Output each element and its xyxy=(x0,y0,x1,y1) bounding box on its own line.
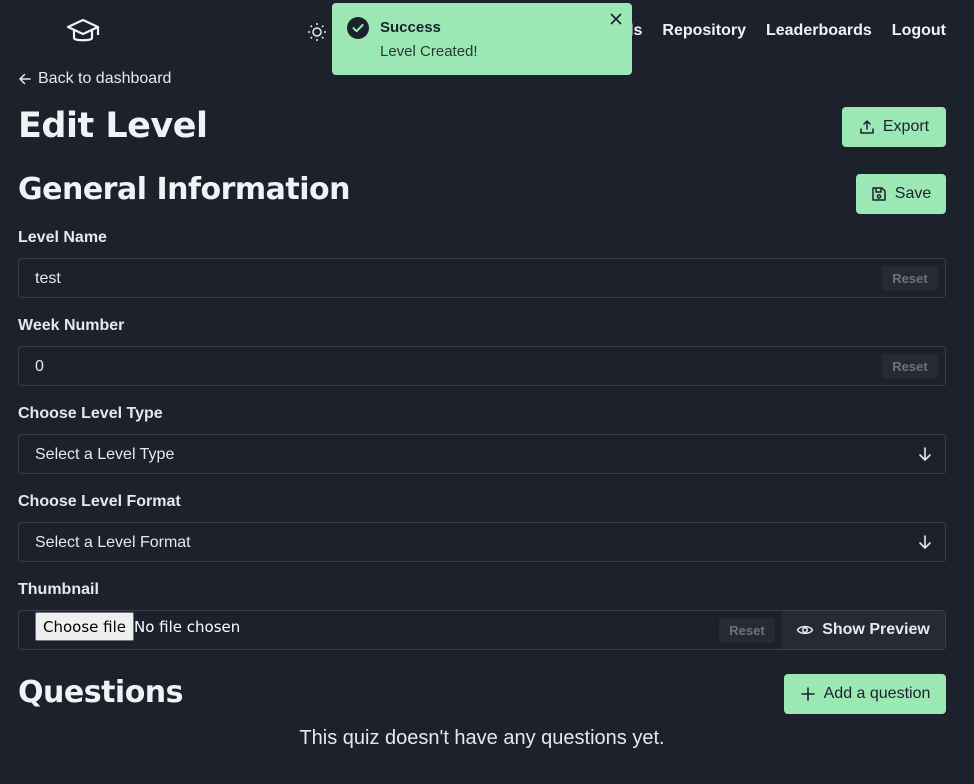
nav-link-repository[interactable]: Repository xyxy=(662,22,746,40)
sun-icon[interactable] xyxy=(306,21,328,43)
week-number-reset-button[interactable]: Reset xyxy=(882,354,938,379)
empty-questions-message: This quiz doesn't have any questions yet… xyxy=(299,727,665,749)
nav-links: vels Repository Leaderboards Logout xyxy=(611,22,946,40)
level-type-select[interactable]: Select a Level Type xyxy=(18,434,946,474)
toast-message: Level Created! xyxy=(380,43,478,60)
arrow-down-icon xyxy=(919,447,931,461)
export-button[interactable]: Export xyxy=(842,107,946,147)
week-number-value[interactable]: 0 xyxy=(35,358,44,376)
week-number-field[interactable]: 0 Reset xyxy=(18,346,946,386)
thumbnail-field: Choose file No file chosen Reset Show Pr… xyxy=(18,610,946,650)
level-format-select[interactable]: Select a Level Format xyxy=(18,522,946,562)
toast-title: Success xyxy=(380,19,441,36)
page-title: Edit Level xyxy=(18,106,208,146)
back-to-dashboard-link[interactable]: Back to dashboard xyxy=(18,70,171,88)
thumbnail-label: Thumbnail xyxy=(18,581,99,598)
nav-link-logout[interactable]: Logout xyxy=(892,22,946,40)
show-preview-label: Show Preview xyxy=(822,621,930,638)
graduation-cap-icon[interactable] xyxy=(66,16,100,46)
level-type-label: Choose Level Type xyxy=(18,405,163,422)
level-name-value[interactable]: test xyxy=(35,270,61,288)
floppy-disk-icon xyxy=(872,187,886,201)
back-link-label: Back to dashboard xyxy=(38,70,172,87)
level-type-value: Select a Level Type xyxy=(35,446,175,463)
export-label: Export xyxy=(882,118,930,135)
questions-title: Questions xyxy=(18,675,184,710)
level-format-label: Choose Level Format xyxy=(18,493,181,510)
eye-icon xyxy=(796,625,814,635)
nav-link-leaderboards[interactable]: Leaderboards xyxy=(766,22,872,40)
level-format-value: Select a Level Format xyxy=(35,534,191,551)
plus-icon xyxy=(800,687,815,701)
add-question-label: Add a question xyxy=(823,685,931,702)
file-status: No file chosen xyxy=(134,618,241,636)
level-name-reset-button[interactable]: Reset xyxy=(882,266,938,291)
choose-file-button[interactable]: Choose file xyxy=(35,612,134,641)
level-name-label: Level Name xyxy=(18,229,107,246)
upload-icon xyxy=(860,120,874,134)
thumbnail-reset-button[interactable]: Reset xyxy=(719,618,775,643)
close-icon[interactable] xyxy=(608,11,624,27)
save-label: Save xyxy=(894,185,932,202)
add-question-button[interactable]: Add a question xyxy=(784,674,946,714)
success-toast: Success Level Created! xyxy=(332,3,632,75)
level-name-field[interactable]: test Reset xyxy=(18,258,946,298)
week-number-label: Week Number xyxy=(18,317,125,334)
arrow-left-icon xyxy=(19,73,31,85)
check-circle-icon xyxy=(347,17,369,39)
show-preview-button[interactable]: Show Preview xyxy=(781,611,945,649)
general-information-title: General Information xyxy=(18,172,351,207)
save-button[interactable]: Save xyxy=(856,174,946,214)
arrow-down-icon xyxy=(919,535,931,549)
